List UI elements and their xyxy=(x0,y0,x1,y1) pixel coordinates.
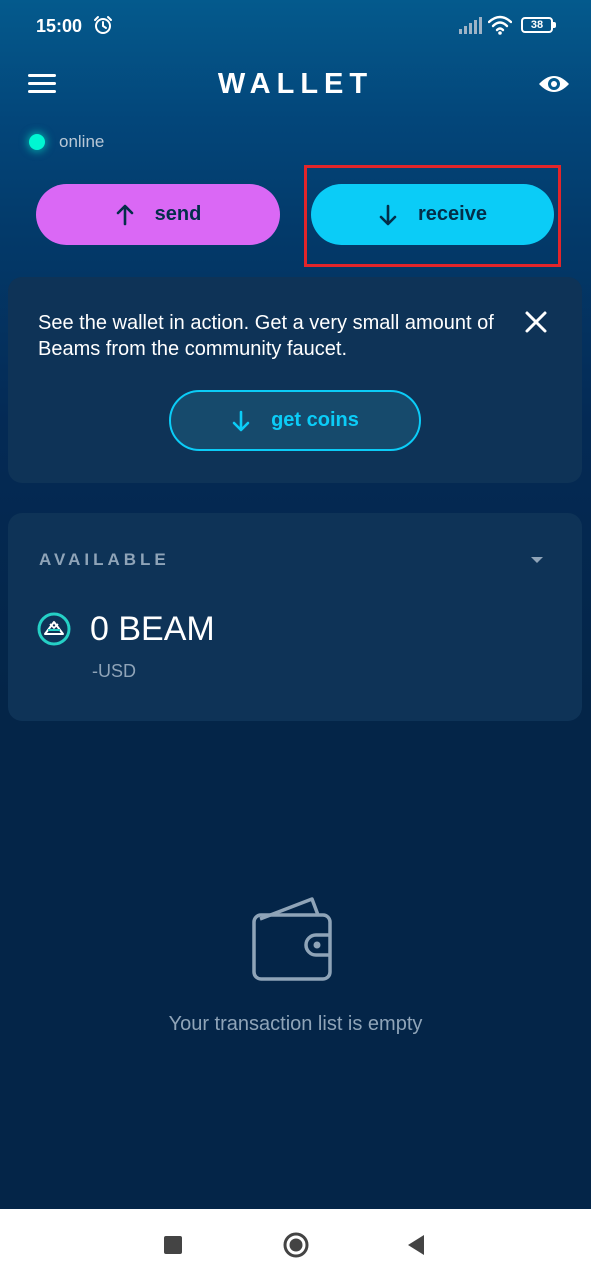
wifi-icon xyxy=(488,15,512,35)
receive-button[interactable]: receive xyxy=(311,184,554,245)
faucet-card: See the wallet in action. Get a very sma… xyxy=(8,277,582,483)
system-navbar xyxy=(0,1209,591,1280)
arrow-up-icon xyxy=(116,204,133,225)
online-status-label: online xyxy=(59,132,105,151)
recent-apps-icon[interactable] xyxy=(164,1236,182,1254)
balance-fiat-value: -USD xyxy=(92,661,136,681)
wallet-screen: 15:00 38 WALLET online send receive See … xyxy=(0,0,591,1209)
chevron-down-icon[interactable] xyxy=(530,555,544,565)
back-icon[interactable] xyxy=(406,1234,426,1256)
available-label: AVAILABLE xyxy=(39,550,170,569)
faucet-message: See the wallet in action. Get a very sma… xyxy=(38,312,494,360)
receive-button-label: receive xyxy=(418,203,487,225)
eye-icon[interactable] xyxy=(538,70,570,98)
empty-transactions-message: Your transaction list is empty xyxy=(168,1013,423,1035)
wallet-icon xyxy=(252,897,332,981)
arrow-down-icon xyxy=(379,204,397,225)
battery-icon: 38 xyxy=(521,17,556,33)
status-time: 15:00 xyxy=(36,16,83,36)
get-coins-button[interactable]: get coins xyxy=(169,390,421,451)
get-coins-label: get coins xyxy=(271,409,359,431)
home-icon[interactable] xyxy=(283,1232,309,1258)
balance-amount: 0 BEAM xyxy=(90,610,215,648)
page-title: WALLET xyxy=(217,68,374,100)
beam-logo-icon xyxy=(37,612,71,646)
alarm-icon xyxy=(94,16,112,34)
send-button-label: send xyxy=(154,203,202,225)
close-icon[interactable] xyxy=(524,310,548,334)
signal-icon xyxy=(459,17,482,34)
send-button[interactable]: send xyxy=(36,184,280,245)
balance-card: AVAILABLE 0 BEAM -USD xyxy=(8,513,582,721)
arrow-down-icon xyxy=(232,410,250,431)
online-status-indicator xyxy=(29,134,45,150)
